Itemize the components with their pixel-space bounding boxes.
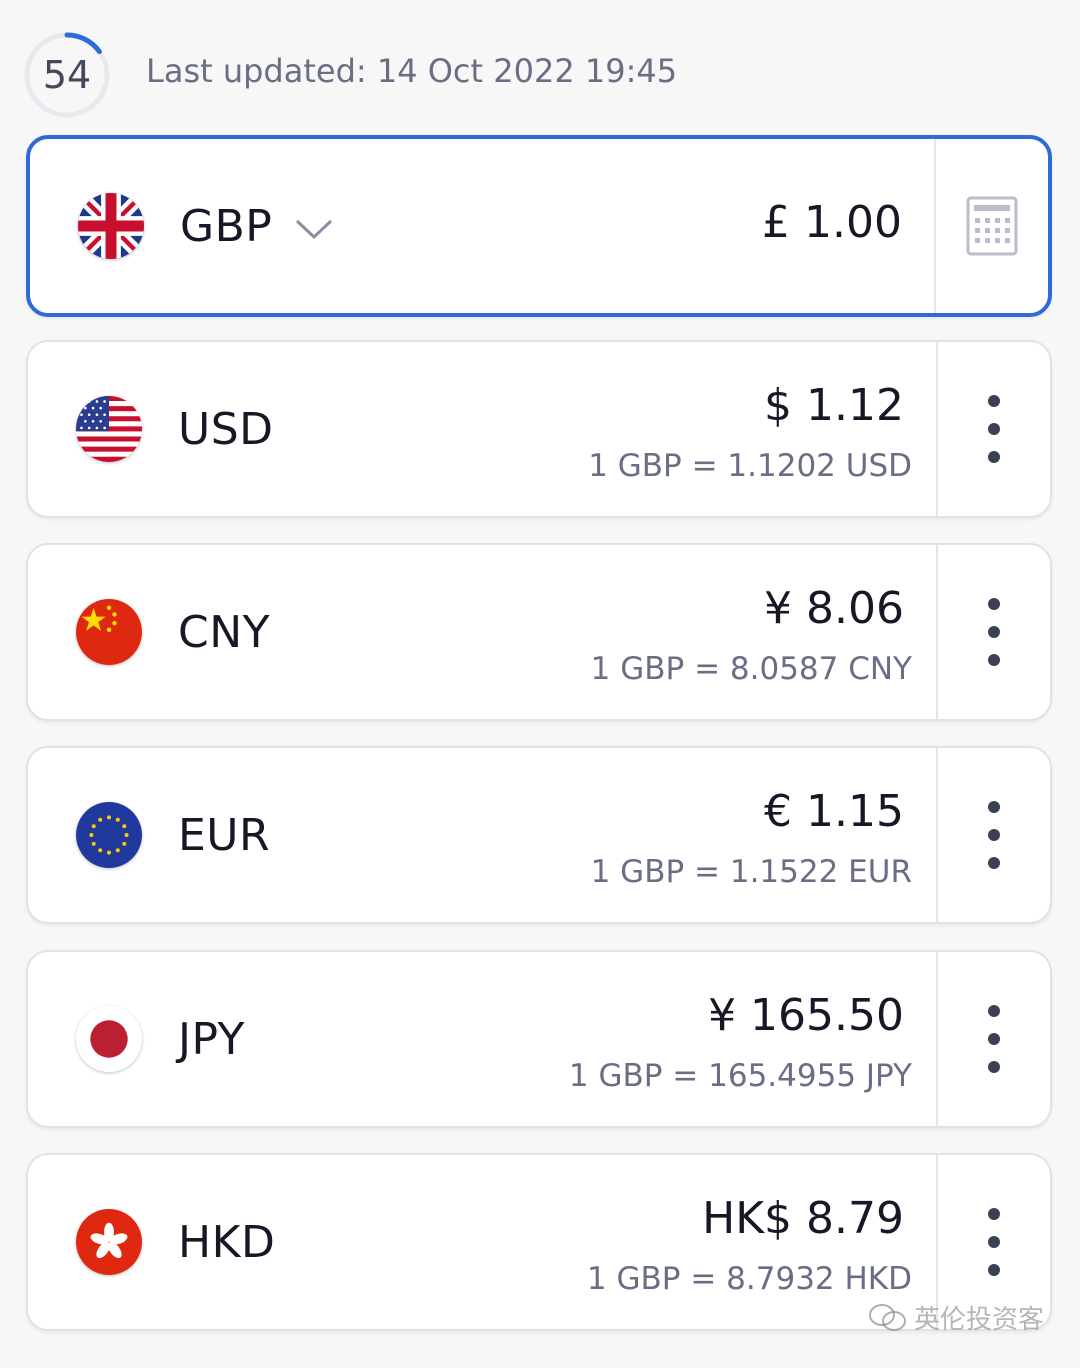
eu-flag-icon xyxy=(76,802,142,868)
calculator-button[interactable] xyxy=(936,139,1048,313)
currency-code: EUR xyxy=(178,809,271,861)
timer-value: 54 xyxy=(42,53,92,97)
base-currency-card[interactable]: GBP £ 1.00 xyxy=(26,135,1052,317)
currency-row-jpy[interactable]: JPY ¥ 165.50 1 GBP = 165.4955 JPY xyxy=(26,950,1052,1128)
watermark: 英伦投资客 xyxy=(868,1299,1044,1336)
currency-row-usd[interactable]: USD $ 1.12 1 GBP = 1.1202 USD xyxy=(26,340,1052,518)
currency-code: USD xyxy=(178,403,274,455)
currency-code: HKD xyxy=(178,1216,276,1268)
kebab-dot xyxy=(988,1236,1000,1248)
currency-amount: ¥ 8.06 xyxy=(764,583,904,634)
china-flag-icon xyxy=(76,599,142,665)
more-options-button[interactable] xyxy=(938,545,1050,719)
currency-amount: $ 1.12 xyxy=(764,380,904,431)
base-currency-selector[interactable]: GBP xyxy=(180,139,334,313)
kebab-dot xyxy=(988,1005,1000,1017)
us-flag-icon xyxy=(76,396,142,462)
currency-row-eur[interactable]: EUR € 1.15 1 GBP = 1.1522 EUR xyxy=(26,746,1052,924)
kebab-dot xyxy=(988,423,1000,435)
kebab-dot xyxy=(988,857,1000,869)
kebab-dot xyxy=(988,1264,1000,1276)
kebab-dot xyxy=(988,1033,1000,1045)
base-currency-code: GBP xyxy=(180,200,273,252)
exchange-rate: 1 GBP = 1.1202 USD xyxy=(588,448,912,484)
header: 54 Last updated: 14 Oct 2022 19:45 xyxy=(0,0,1080,130)
kebab-dot xyxy=(988,1208,1000,1220)
currency-amount: HK$ 8.79 xyxy=(702,1193,904,1244)
wechat-icon xyxy=(868,1303,906,1331)
exchange-rate: 1 GBP = 165.4955 JPY xyxy=(568,1058,912,1094)
more-options-button[interactable] xyxy=(938,342,1050,516)
kebab-dot xyxy=(988,654,1000,666)
currency-code: CNY xyxy=(178,606,271,658)
exchange-rate: 1 GBP = 8.0587 CNY xyxy=(590,651,912,687)
kebab-dot xyxy=(988,829,1000,841)
exchange-rate: 1 GBP = 1.1522 EUR xyxy=(590,854,912,890)
calculator-icon xyxy=(966,196,1018,256)
currency-code: JPY xyxy=(178,1013,245,1065)
currency-amount: € 1.15 xyxy=(764,786,904,837)
japan-flag-icon xyxy=(76,1006,142,1072)
watermark-text: 英伦投资客 xyxy=(913,1305,1044,1335)
uk-flag-icon xyxy=(78,193,144,259)
kebab-dot xyxy=(988,598,1000,610)
kebab-dot xyxy=(988,801,1000,813)
hong-kong-flag-icon xyxy=(76,1209,142,1275)
more-options-button[interactable] xyxy=(938,748,1050,922)
currency-amount: ¥ 165.50 xyxy=(708,990,904,1041)
kebab-dot xyxy=(988,395,1000,407)
refresh-timer[interactable]: 54 xyxy=(24,32,110,118)
kebab-dot xyxy=(988,626,1000,638)
exchange-rate: 1 GBP = 8.7932 HKD xyxy=(586,1261,912,1297)
base-amount[interactable]: £ 1.00 xyxy=(762,197,902,248)
kebab-dot xyxy=(988,451,1000,463)
last-updated-text: Last updated: 14 Oct 2022 19:45 xyxy=(146,52,678,90)
more-options-button[interactable] xyxy=(938,952,1050,1126)
kebab-dot xyxy=(988,1061,1000,1073)
currency-row-cny[interactable]: CNY ¥ 8.06 1 GBP = 8.0587 CNY xyxy=(26,543,1052,721)
chevron-down-icon xyxy=(296,219,333,240)
